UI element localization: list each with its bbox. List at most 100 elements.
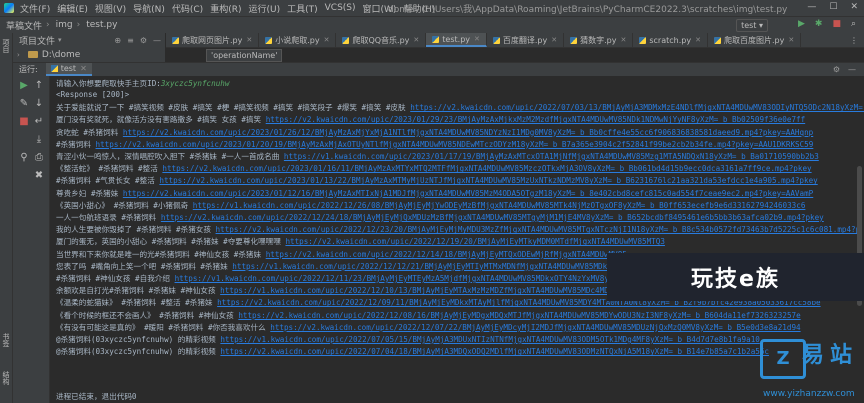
stop-icon[interactable]: ■ <box>18 116 30 128</box>
tab-baidu-images[interactable]: 爬取百度图片.py ✕ <box>708 33 802 47</box>
console-line: 厦门的蛋无，英国的小甜心 #杀猪饲料 #杀猪妹 #夺要尊化嘿嘿嘿 https:/… <box>56 236 665 247</box>
console-line-text: 《有没有可能这是真的》 #暖阳 #杀猪饲料 #你否我喜欢什么 <box>56 322 271 332</box>
video-url-link[interactable]: https://v1.kwaicdn.com/upic/2023/01/17/1… <box>284 152 819 161</box>
console-line-text: 厦门的蛋无，英国的小甜心 #杀猪饲料 #杀猪妹 #夺要尊化嘿嘿嘿 <box>56 237 286 247</box>
gear-icon[interactable]: ⚙ <box>833 65 840 74</box>
minimize-button[interactable]: — <box>807 2 816 12</box>
search-icon[interactable]: ⌕ <box>851 19 856 29</box>
menu-tools[interactable]: 工具(T) <box>287 2 318 15</box>
close-icon[interactable]: ✕ <box>620 36 626 44</box>
menu-navigate[interactable]: 导航(N) <box>133 2 165 15</box>
console-line-text: 《整活蛇》 #杀猪饲料 #整活 <box>56 164 163 174</box>
video-url-link[interactable]: https://v2.kwaicdn.com/upic/2023/01/26/1… <box>123 128 813 137</box>
prompt-text: 请输入你想要爬取快手主页ID: <box>56 79 161 88</box>
bookmarks-tool-window-button[interactable]: 书签 <box>1 333 11 347</box>
close-icon[interactable]: ✕ <box>474 35 480 43</box>
video-url-link[interactable]: https://v2.kwaicdn.com/upic/2022/12/14/1… <box>266 250 627 259</box>
trash-icon[interactable]: ✖ <box>33 170 45 182</box>
chevron-right-icon[interactable]: › <box>17 51 20 59</box>
video-url-link[interactable]: https://v2.kwaicdn.com/upic/2022/12/08/1… <box>238 311 800 320</box>
close-window-button[interactable]: ✕ <box>850 2 858 12</box>
run-label: 运行: <box>19 65 38 74</box>
console-line-text: @杀猪饲料(03xyczc5ynfcnuhw) 的精彩视频 <box>56 347 221 357</box>
menu-refactor[interactable]: 重构(R) <box>210 2 241 15</box>
video-url-link[interactable]: https://v2.kwaicdn.com/upic/2022/12/07/2… <box>270 323 800 332</box>
structure-tool-window-button[interactable]: 结构 <box>1 371 11 385</box>
folder-icon <box>27 51 38 58</box>
run-icon[interactable]: ▶ <box>798 19 805 29</box>
close-icon[interactable]: ✕ <box>324 36 330 44</box>
video-url-link[interactable]: https://v2.kwaicdn.com/upic/2023/01/12/1… <box>123 189 813 198</box>
gear-icon[interactable]: ⚙ <box>140 36 147 45</box>
video-url-link[interactable]: https://v2.kwaicdn.com/upic/2023/01/29/2… <box>266 115 805 124</box>
close-icon[interactable]: ✕ <box>246 36 252 44</box>
video-url-link[interactable]: https://v2.kwaicdn.com/upic/2022/07/04/1… <box>220 347 769 356</box>
tab-scratch[interactable]: scratch.py ✕ <box>633 33 708 47</box>
breadcrumb-img[interactable]: img <box>56 20 73 30</box>
video-url-link[interactable]: https://v2.kwaicdn.com/upic/2022/07/03/1… <box>410 103 864 112</box>
console-line: 我的人生要被你毁掉了 #杀猪饲料 #杀猪女孩 https://v2.kwaicd… <box>56 224 860 235</box>
menu-code[interactable]: 代码(C) <box>172 2 203 15</box>
video-url-link[interactable]: https://v2.kwaicdn.com/upic/2022/12/23/2… <box>216 225 861 234</box>
pin-icon[interactable]: ⚲ <box>18 152 30 164</box>
hide-icon[interactable]: — <box>848 65 856 74</box>
menu-view[interactable]: 视图(V) <box>95 2 126 15</box>
video-url-link[interactable]: https://v1.kwaicdn.com/upic/2022/12/11/2… <box>175 274 628 283</box>
tab-test[interactable]: test.py ✕ <box>426 33 487 47</box>
locate-icon[interactable]: ⊕ <box>114 36 121 45</box>
run-tab-test[interactable]: test ✕ <box>45 63 92 76</box>
close-icon[interactable]: ✕ <box>788 36 794 44</box>
console-line: <Response [200]> <box>56 90 129 99</box>
menu-edit[interactable]: 编辑(E) <box>57 2 88 15</box>
breadcrumb-file[interactable]: test.py <box>86 20 117 30</box>
menu-file[interactable]: 文件(F) <box>20 2 50 15</box>
console-line: #杀猪饲料 #气贯长女 #整活 https://v2.kwaicdn.com/u… <box>56 175 818 186</box>
more-tabs-icon[interactable]: ⋮ <box>850 36 858 45</box>
run-configuration-select[interactable]: test ▾ <box>736 19 768 32</box>
tab-webpage-images[interactable]: 爬取网页图片.py ✕ <box>166 33 260 47</box>
video-url-link[interactable]: https://v2.kwaicdn.com/upic/2023/01/20/1… <box>96 140 814 149</box>
scroll-to-end-icon[interactable]: ⤓ <box>33 134 45 146</box>
chevron-down-icon[interactable]: ▾ <box>58 36 62 44</box>
video-url-link[interactable]: https://v2.kwaicdn.com/upic/2023/01/16/1… <box>162 164 811 173</box>
menu-run[interactable]: 运行(U) <box>248 2 280 15</box>
pycharm-logo-icon <box>4 3 14 13</box>
project-tool-window-button[interactable]: 项目 <box>1 39 11 53</box>
stop-icon[interactable]: ■ <box>832 19 841 29</box>
console-output[interactable]: 请输入你想要爬取快手主页ID:3xyczc5ynfcnuhw <Response… <box>50 76 864 403</box>
close-icon[interactable]: ✕ <box>551 36 557 44</box>
tab-guess-number[interactable]: 猜数字.py ✕ <box>564 33 634 47</box>
arrow-up-icon[interactable]: ↑ <box>33 80 45 92</box>
tab-novel-crawl[interactable]: 小说爬取.py ✕ <box>259 33 337 47</box>
tab-baidu-translate[interactable]: 百度翻译.py ✕ <box>487 33 565 47</box>
watermark-logo-icon: Z <box>760 339 806 379</box>
rerun-icon[interactable]: ▶ <box>18 80 30 92</box>
close-icon[interactable]: ✕ <box>695 36 701 44</box>
python-file-icon <box>172 36 179 44</box>
close-icon[interactable]: ✕ <box>413 36 419 44</box>
watermark-site-url: www.yizhanzzw.com <box>763 389 855 399</box>
video-url-link[interactable]: https://v2.kwaicdn.com/upic/2022/12/24/1… <box>161 213 824 222</box>
debug-icon[interactable]: ✱ <box>815 19 823 29</box>
close-icon[interactable]: ✕ <box>80 64 87 73</box>
arrow-down-icon[interactable]: ↓ <box>33 98 45 110</box>
maximize-button[interactable]: ☐ <box>829 2 837 12</box>
video-url-link[interactable]: https://v2.kwaicdn.com/upic/2023/01/13/2… <box>159 176 817 185</box>
menu-vcs[interactable]: VCS(S) <box>325 3 356 13</box>
collapse-all-icon[interactable]: ≡ <box>127 36 134 45</box>
editor-tabs: 爬取网页图片.py ✕ 小说爬取.py ✕ 爬取QQ音乐.py ✕ test.py ✕ … <box>166 33 864 47</box>
tab-qq-music[interactable]: 爬取QQ音乐.py ✕ <box>336 33 427 47</box>
video-url-link[interactable]: https://v1.kwaicdn.com/upic/2022/12/12/2… <box>232 262 607 271</box>
print-icon[interactable]: ⎙ <box>33 152 45 164</box>
breadcrumb-scratches[interactable]: 草稿文件 <box>6 19 42 32</box>
video-url-link[interactable]: https://v2.kwaicdn.com/upic/2022/12/19/2… <box>285 237 664 246</box>
soft-wrap-icon[interactable]: ↵ <box>33 116 45 128</box>
video-url-link[interactable]: https://v1.kwaicdn.com/upic/2022/07/05/1… <box>220 335 759 344</box>
project-tree-root[interactable]: › D:\dome <box>13 47 165 62</box>
project-panel-title[interactable]: 项目文件 <box>19 34 55 47</box>
console-line: 《看个时候的框还不会画人》 #杀猪饲料 #神仙女孩 https://v2.kwa… <box>56 310 801 321</box>
user-input-text: 3xyczc5ynfcnuhw <box>160 79 230 88</box>
wrench-icon[interactable]: ✎ <box>18 98 30 110</box>
video-url-link[interactable]: https://v1.kwaicdn.com/upic/2022/12/26/0… <box>193 201 806 210</box>
hide-icon[interactable]: — <box>153 36 161 45</box>
